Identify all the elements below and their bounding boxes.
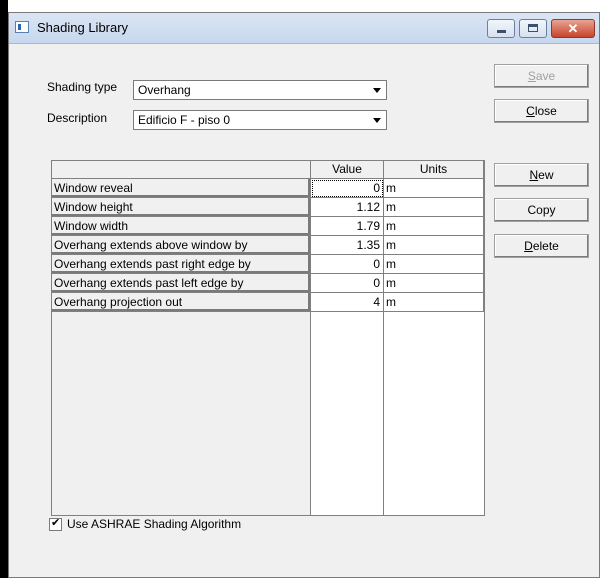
row-label: Overhang extends above window by [52, 236, 311, 255]
save-button-label: Save [527, 69, 556, 83]
title-bar[interactable]: Shading Library ✕ [9, 13, 599, 44]
table-row[interactable]: Overhang projection out 4 m [52, 293, 484, 312]
value-cell[interactable]: 0 [311, 274, 384, 293]
column-header-value[interactable]: Value [311, 161, 384, 179]
unit-cell[interactable]: m [384, 179, 484, 198]
value-cell[interactable]: 4 [311, 293, 384, 312]
unit-cell[interactable]: m [384, 274, 484, 293]
ashrae-checkbox[interactable] [49, 516, 62, 531]
save-button[interactable]: Save [494, 64, 589, 88]
table-row[interactable]: Window height 1.12 m [52, 198, 484, 217]
grid-empty-area [52, 312, 310, 515]
shading-type-label: Shading type [47, 80, 118, 94]
unit-cell[interactable]: m [384, 255, 484, 274]
app-icon [15, 21, 29, 33]
row-label: Window reveal [52, 179, 311, 198]
close-button[interactable]: Close [494, 99, 589, 123]
value-cell[interactable]: 0 [311, 255, 384, 274]
unit-cell[interactable]: m [384, 198, 484, 217]
table-row[interactable]: Window reveal 0 m [52, 179, 484, 198]
copy-button-label: Copy [527, 203, 556, 217]
row-label: Window height [52, 198, 311, 217]
unit-cell[interactable]: m [384, 236, 484, 255]
row-label: Overhang extends past left edge by [52, 274, 311, 293]
value-cell[interactable]: 0 [311, 179, 384, 198]
window-title: Shading Library [37, 20, 129, 35]
table-row[interactable]: Overhang extends above window by 1.35 m [52, 236, 484, 255]
shading-type-value: Overhang [138, 83, 191, 97]
table-row[interactable]: Overhang extends past right edge by 0 m [52, 255, 484, 274]
shading-library-window: Shading Library ✕ Shading type Overhang … [8, 12, 600, 578]
delete-button-label: Delete [524, 239, 559, 253]
description-label: Description [47, 111, 108, 125]
copy-button[interactable]: Copy [494, 198, 589, 222]
row-label: Overhang projection out [52, 293, 311, 312]
maximize-button[interactable] [519, 19, 547, 38]
unit-cell[interactable]: m [384, 217, 484, 236]
row-label: Window width [52, 217, 311, 236]
close-window-button[interactable]: ✕ [551, 19, 595, 38]
shading-type-select[interactable]: Overhang [133, 80, 387, 100]
minimize-button[interactable] [487, 19, 515, 38]
ashrae-label[interactable]: Use ASHRAE Shading Algorithm [67, 517, 241, 531]
description-value: Edificio F - piso 0 [138, 113, 231, 127]
delete-button[interactable]: Delete [494, 234, 589, 258]
description-select[interactable]: Edificio F - piso 0 [133, 110, 387, 130]
new-button-label: New [529, 168, 554, 182]
close-icon: ✕ [567, 21, 579, 36]
unit-cell[interactable]: m [384, 293, 484, 312]
value-cell[interactable]: 1.79 [311, 217, 384, 236]
row-label: Overhang extends past right edge by [52, 255, 311, 274]
column-header-name [52, 161, 311, 179]
column-header-units[interactable]: Units [384, 161, 484, 179]
chevron-down-icon[interactable] [369, 112, 385, 128]
close-button-label: Close [526, 104, 557, 118]
new-button[interactable]: New [494, 163, 589, 187]
table-row[interactable]: Overhang extends past left edge by 0 m [52, 274, 484, 293]
chevron-down-icon[interactable] [369, 82, 385, 98]
value-cell[interactable]: 1.12 [311, 198, 384, 217]
value-cell[interactable]: 1.35 [311, 236, 384, 255]
table-row[interactable]: Window width 1.79 m [52, 217, 484, 236]
shading-parameters-grid[interactable]: Value Units Window reveal 0 m Window hei… [51, 160, 485, 516]
